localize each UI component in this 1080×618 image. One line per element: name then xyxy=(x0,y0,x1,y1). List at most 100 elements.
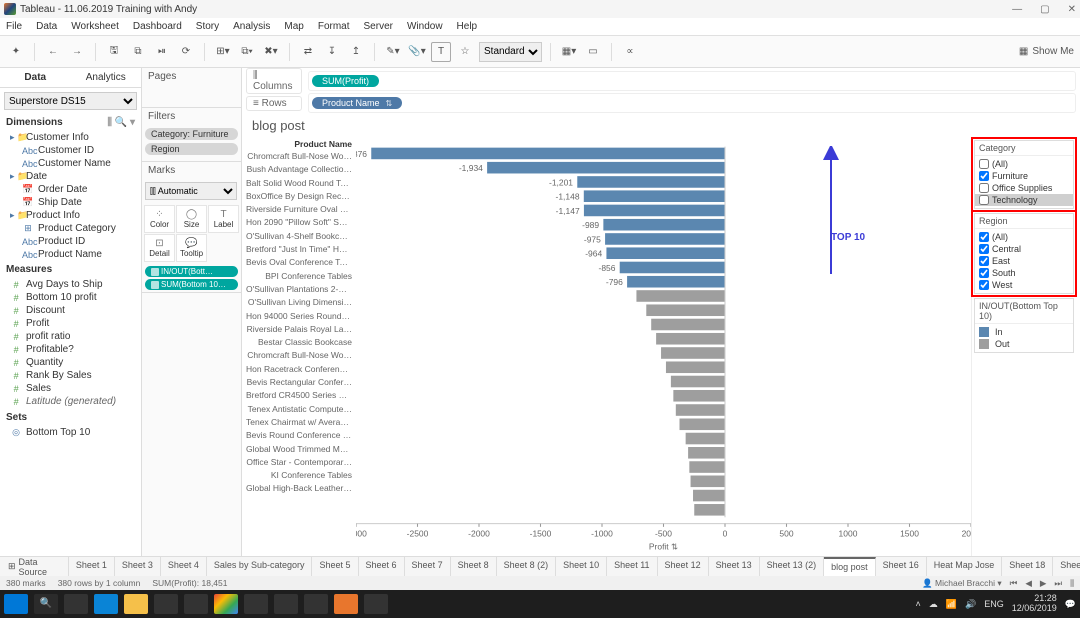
menu-file[interactable]: File xyxy=(6,21,22,32)
bar[interactable] xyxy=(661,347,725,359)
sort-desc-button[interactable]: ↥ xyxy=(346,42,366,62)
dim-customer-name[interactable]: AbcCustomer Name xyxy=(4,157,137,170)
marks-tooltip[interactable]: 💬Tooltip xyxy=(176,234,207,262)
row-label[interactable]: Chromcraft Bull-Nose Wo… xyxy=(246,150,352,163)
row-label[interactable]: BoxOffice By Design Recta… xyxy=(246,190,352,203)
marks-color[interactable]: ⁘Color xyxy=(144,205,175,233)
rows-pill-productname[interactable]: Product Name⇅ xyxy=(312,97,402,109)
filters-shelf[interactable]: Category: FurnitureRegion xyxy=(142,125,241,161)
filter-option[interactable]: Central xyxy=(979,243,1069,255)
row-label[interactable]: Tenex Chairmat w/ Averag… xyxy=(246,416,352,429)
bar[interactable] xyxy=(620,262,725,274)
start-button[interactable] xyxy=(4,594,28,614)
marks-type-dropdown[interactable]: ⫿⫿ Automatic xyxy=(145,182,237,200)
sheet-tab[interactable]: Sheet 4 xyxy=(161,557,207,576)
bar[interactable] xyxy=(584,190,725,202)
marks-detail[interactable]: ⊡Detail xyxy=(144,234,175,262)
sheet-tab[interactable]: Sheet 18 (2) xyxy=(1053,557,1080,576)
pin-button[interactable]: ☆ xyxy=(455,42,475,62)
dim-ship-date[interactable]: 📅Ship Date xyxy=(4,196,137,209)
redo-button[interactable]: → xyxy=(67,42,87,62)
new-sheet-button[interactable]: ⊞▾ xyxy=(213,42,233,62)
app-icon-3[interactable] xyxy=(304,594,328,614)
meas-sales[interactable]: #Sales xyxy=(4,382,137,395)
undo-button[interactable]: ← xyxy=(43,42,63,62)
close-button[interactable]: ✕ xyxy=(1068,4,1076,15)
bar[interactable] xyxy=(691,476,725,488)
sheet-tab[interactable]: Sheet 11 xyxy=(607,557,657,576)
bar[interactable] xyxy=(584,205,725,217)
bar[interactable] xyxy=(673,390,725,402)
row-label[interactable]: Global High-Back Leather … xyxy=(246,482,352,495)
sheet-tab[interactable]: Sales by Sub-category xyxy=(207,557,313,576)
app-icon-1[interactable] xyxy=(244,594,268,614)
filter-pill[interactable]: Region xyxy=(145,143,238,155)
data-tab[interactable]: Data xyxy=(0,68,71,87)
sheet-tab[interactable]: Sheet 18 xyxy=(1002,557,1053,576)
pause-button[interactable]: ⏯ xyxy=(152,42,172,62)
bar[interactable] xyxy=(627,276,725,288)
row-label[interactable]: Bretford "Just In Time" He… xyxy=(246,243,352,256)
category-filter-card[interactable]: Category (All)FurnitureOffice SuppliesTe… xyxy=(974,140,1074,209)
row-label[interactable]: Riverside Palais Royal La… xyxy=(246,323,352,336)
sheet-tab[interactable]: Sheet 16 xyxy=(876,557,927,576)
nav-next[interactable]: ▶ xyxy=(1040,578,1047,589)
bar[interactable] xyxy=(487,162,725,174)
meas-profitable-[interactable]: #Profitable? xyxy=(4,343,137,356)
save-button[interactable]: 🖫 xyxy=(104,42,124,62)
taskview-icon[interactable] xyxy=(64,594,88,614)
filter-option[interactable]: (All) xyxy=(979,231,1069,243)
sheet-tab[interactable]: Sheet 1 xyxy=(69,557,115,576)
nav-grid[interactable]: ⫼ xyxy=(1070,578,1074,589)
filter-option[interactable]: West xyxy=(979,279,1069,291)
row-label[interactable]: Bretford CR4500 Series Sl… xyxy=(246,389,352,402)
bar[interactable] xyxy=(688,447,725,459)
meas-latitude-generated-[interactable]: #Latitude (generated) xyxy=(4,395,137,408)
meas-rank-by-sales[interactable]: #Rank By Sales xyxy=(4,369,137,382)
row-label[interactable]: Bevis Round Conference T… xyxy=(246,429,352,442)
sort-asc-button[interactable]: ↧ xyxy=(322,42,342,62)
menu-analysis[interactable]: Analysis xyxy=(233,21,270,32)
columns-pill-profit[interactable]: SUM(Profit) xyxy=(312,75,379,87)
marks-size[interactable]: ◯Size xyxy=(176,205,207,233)
menu-format[interactable]: Format xyxy=(318,21,350,32)
meas-quantity[interactable]: #Quantity xyxy=(4,356,137,369)
chart-area[interactable]: -2,876-1,934-1,201-1,148-1,147-989-975-9… xyxy=(356,138,971,556)
sheet-tab[interactable]: Sheet 5 xyxy=(312,557,358,576)
edge-icon[interactable] xyxy=(94,594,118,614)
bar[interactable] xyxy=(651,319,725,331)
nav-prev[interactable]: ◀ xyxy=(1025,578,1032,589)
bar[interactable] xyxy=(676,404,725,416)
nav-first[interactable]: ⏮ xyxy=(1010,578,1018,589)
meas-profit[interactable]: #Profit xyxy=(4,317,137,330)
row-label[interactable]: Tenex Antistatic Compute… xyxy=(246,403,352,416)
refresh-button[interactable]: ⟳ xyxy=(176,42,196,62)
dim-product-id[interactable]: AbcProduct ID xyxy=(4,235,137,248)
presentation-button[interactable]: ▭ xyxy=(583,42,603,62)
bar[interactable] xyxy=(603,219,725,231)
filter-option[interactable]: South xyxy=(979,267,1069,279)
dim-product-category[interactable]: ⊞Product Category xyxy=(4,222,137,235)
row-label[interactable]: Riverside Furniture Oval C… xyxy=(246,203,352,216)
sheet-tab[interactable]: blog post xyxy=(824,557,876,576)
bar[interactable] xyxy=(605,233,725,245)
menu-help[interactable]: Help xyxy=(457,21,478,32)
filter-option[interactable]: (All) xyxy=(979,158,1069,170)
meas-bottom-10-profit[interactable]: #Bottom 10 profit xyxy=(4,291,137,304)
menu-data[interactable]: Data xyxy=(36,21,57,32)
dimensions-tools[interactable]: ⫼ 🔍 ▾ xyxy=(107,117,135,128)
menu-worksheet[interactable]: Worksheet xyxy=(71,21,119,32)
sheet-tab[interactable]: Sheet 10 xyxy=(556,557,607,576)
cards-button[interactable]: ▦▾ xyxy=(559,42,579,62)
fit-dropdown[interactable]: Standard xyxy=(479,42,542,62)
meas-profit-ratio[interactable]: #profit ratio xyxy=(4,330,137,343)
row-label[interactable]: KI Conference Tables xyxy=(246,469,352,482)
bar[interactable] xyxy=(694,504,725,516)
row-label[interactable]: O'Sullivan Living Dimensi… xyxy=(246,296,352,309)
analytics-tab[interactable]: Analytics xyxy=(71,68,142,87)
app-icon-4[interactable] xyxy=(364,594,388,614)
datasource-tab[interactable]: ⊞ Data Source xyxy=(0,557,69,576)
store-icon[interactable] xyxy=(154,594,178,614)
meas-avg-days-to-ship[interactable]: #Avg Days to Ship xyxy=(4,278,137,291)
tableau-logo-icon[interactable]: ✦ xyxy=(6,42,26,62)
